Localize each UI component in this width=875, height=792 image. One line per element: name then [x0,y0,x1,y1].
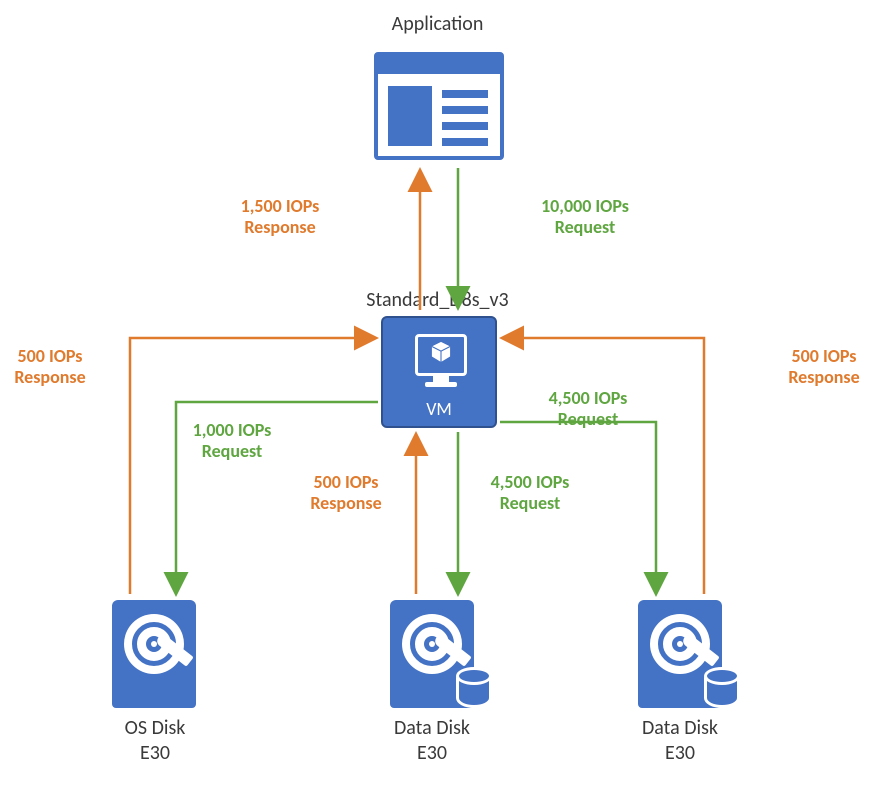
app-request-iops: 10,000 IOPs [541,195,629,217]
d1-response-iops: 500 IOPs [314,471,379,493]
data-disk-2-name: Data Disk [642,716,718,740]
os-request-label: 1,000 IOPs Request [172,420,292,461]
app-response-label: 1,500 IOPs Response [220,196,340,237]
os-disk-label: OS Disk E30 [100,716,210,766]
d2-response-kind: Response [788,366,859,388]
application-icon [374,52,504,160]
data-disk-2-label: Data Disk E30 [620,716,740,766]
app-request-kind: Request [555,216,616,238]
vm-label: VM [383,398,495,420]
app-response-iops: 1,500 IOPs [241,195,320,217]
d2-response-label: 500 IOPs Response [774,346,874,387]
vm-box: VM [381,316,497,428]
data-disk-2-tier: E30 [665,741,695,765]
os-response-kind: Response [14,366,85,388]
d1-request-kind: Request [500,492,561,514]
data-disk-1-name: Data Disk [394,716,470,740]
d1-response-kind: Response [310,492,381,514]
data-disk-2-icon [638,600,734,710]
d2-request-kind: Request [558,408,619,430]
d1-response-label: 500 IOPs Response [296,472,396,513]
os-request-kind: Request [202,440,263,462]
cube-icon [431,342,451,362]
data-disk-1-label: Data Disk E30 [372,716,492,766]
app-request-label: 10,000 IOPs Request [520,196,650,237]
vm-sku-label: Standard_D8s_v3 [0,288,875,312]
os-request-iops: 1,000 IOPs [193,419,272,441]
d2-response-iops: 500 IOPs [792,345,857,367]
os-response-iops: 500 IOPs [18,345,83,367]
data-disk-1-tier: E30 [417,741,447,765]
os-disk-name: OS Disk [125,716,186,740]
os-response-label: 500 IOPs Response [0,346,100,387]
app-response-kind: Response [244,216,315,238]
application-title: Application [0,12,875,36]
os-disk-icon [112,600,208,710]
d2-request-label: 4,500 IOPs Request [528,388,648,429]
d2-request-iops: 4,500 IOPs [549,387,628,409]
os-disk-tier: E30 [140,741,170,765]
d1-request-label: 4,500 IOPs Request [470,472,590,513]
data-disk-1-icon [390,600,486,710]
d1-request-iops: 4,500 IOPs [491,471,570,493]
